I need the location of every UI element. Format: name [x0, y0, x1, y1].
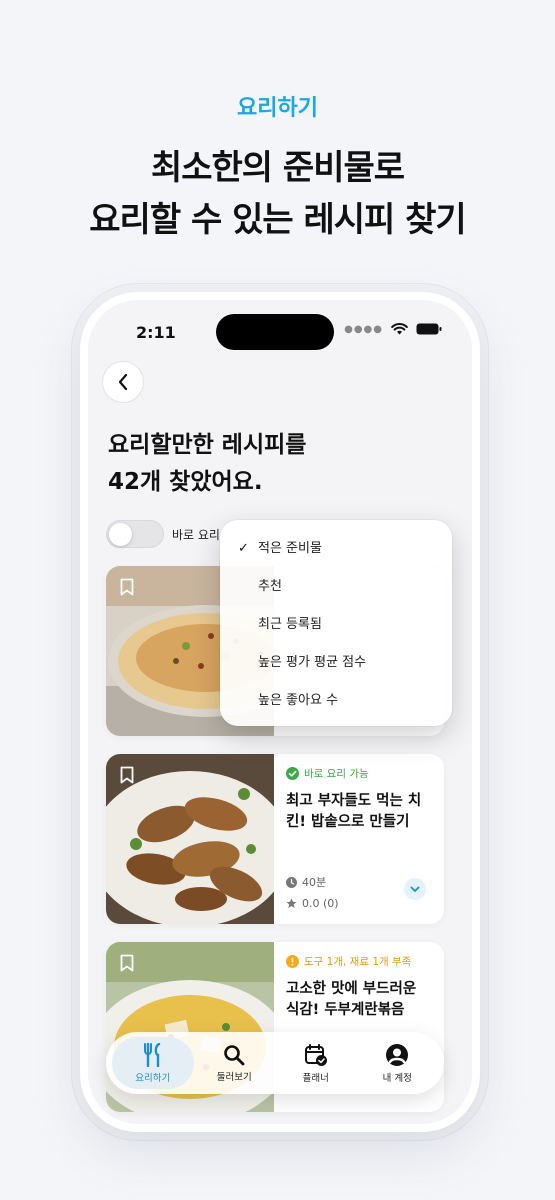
status-icons: ●●●● — [344, 323, 442, 335]
recipe-rating-text: 0.0 (0) — [302, 897, 339, 910]
tab-label: 요리하기 — [135, 1072, 171, 1084]
utensils-icon — [143, 1042, 160, 1067]
recipe-status-text: 도구 1개, 재료 1개 부족 — [304, 956, 412, 968]
account-icon — [386, 1043, 409, 1066]
recipe-status: 바로 요리 가능 — [286, 766, 432, 781]
tab-label: 플래너 — [302, 1072, 329, 1084]
sort-dropdown: ✓ 적은 준비물 추천 최근 등록됨 높은 평가 평균 점수 높은 좋아요 수 — [220, 520, 452, 726]
recipe-status: 도구 1개, 재료 1개 부족 — [286, 954, 432, 969]
bookmark-icon[interactable] — [120, 766, 134, 788]
sort-option-label: 추천 — [258, 579, 282, 594]
sort-option[interactable]: 높은 평가 평균 점수 — [220, 644, 452, 682]
tab-cook[interactable]: 요리하기 — [112, 1037, 194, 1089]
back-button[interactable] — [102, 361, 144, 403]
tab-planner[interactable]: 플래너 — [275, 1037, 357, 1089]
tab-bar: 요리하기 둘러보기 플래너 내 계정 — [106, 1032, 444, 1094]
page-title-line1: 요리할만한 레시피를 — [108, 432, 307, 458]
tab-label: 내 계정 — [382, 1072, 412, 1084]
chevron-left-icon — [118, 373, 128, 391]
recipe-time: 40분 — [286, 874, 326, 890]
tab-label: 둘러보기 — [216, 1071, 252, 1083]
warning-circle-icon — [286, 955, 299, 968]
promo-headline-line2: 요리할 수 있는 레시피 찾기 — [89, 200, 466, 240]
tab-account[interactable]: 내 계정 — [357, 1037, 439, 1089]
recipe-title: 고소한 맛에 부드러운 식감! 두부계란볶음 — [286, 981, 417, 1018]
bookmark-icon[interactable] — [120, 578, 134, 600]
recipe-rating: 0.0 (0) — [286, 897, 339, 910]
battery-icon — [416, 323, 442, 335]
wifi-icon — [391, 323, 408, 335]
checkmark-icon: ✓ — [238, 541, 249, 556]
sort-option-label: 높은 좋아요 수 — [258, 693, 339, 708]
phone-screen: 2:11 ●●●● 요리할만한 레시피를 42개 찾았어요. 바로 요리 바로 … — [88, 300, 472, 1124]
clock-icon — [286, 876, 297, 888]
tab-browse[interactable]: 둘러보기 — [194, 1037, 276, 1089]
sort-option-label: 적은 준비물 — [258, 541, 322, 556]
page-title-line2: 42개 찾았어요. — [108, 469, 263, 495]
signal-icon: ●●●● — [344, 323, 383, 335]
calendar-check-icon — [304, 1043, 327, 1066]
sort-option[interactable]: 추천 — [220, 568, 452, 606]
promo-headline-line1: 최소한의 준비물로 — [150, 148, 405, 188]
phone-frame: 2:11 ●●●● 요리할만한 레시피를 42개 찾았어요. 바로 요리 바로 … — [80, 292, 480, 1132]
ready-to-cook-toggle[interactable] — [106, 520, 164, 548]
sort-option-label: 최근 등록됨 — [258, 617, 322, 632]
recipe-time-text: 40분 — [302, 876, 327, 889]
sort-option-label: 높은 평가 평균 점수 — [258, 655, 367, 670]
recipe-title: 최고 부자들도 먹는 치킨! 밥솥으로 만들기 — [286, 793, 422, 830]
sort-option[interactable]: 높은 좋아요 수 — [220, 682, 452, 720]
toggle-label: 바로 요리 — [172, 528, 220, 542]
recipe-status-text: 바로 요리 가능 — [304, 768, 369, 780]
recipe-info: 바로 요리 가능 최고 부자들도 먹는 치킨! 밥솥으로 만들기 40분 0.0… — [286, 766, 432, 912]
bookmark-icon[interactable] — [120, 954, 134, 976]
toggle-knob — [109, 523, 132, 546]
status-time: 2:11 — [136, 323, 176, 342]
status-bar: 2:11 ●●●● — [88, 300, 472, 360]
sort-option[interactable]: 최근 등록됨 — [220, 606, 452, 644]
dynamic-island — [216, 314, 334, 350]
search-icon — [224, 1044, 245, 1065]
promo-eyebrow: 요리하기 — [237, 96, 318, 121]
check-circle-icon — [286, 767, 299, 780]
star-icon — [286, 898, 297, 908]
expand-button[interactable] — [404, 878, 426, 900]
recipe-card[interactable]: 바로 요리 가능 최고 부자들도 먹는 치킨! 밥솥으로 만들기 40분 0.0… — [106, 754, 444, 924]
sort-option[interactable]: ✓ 적은 준비물 — [220, 530, 452, 568]
chevron-down-icon — [410, 886, 420, 892]
